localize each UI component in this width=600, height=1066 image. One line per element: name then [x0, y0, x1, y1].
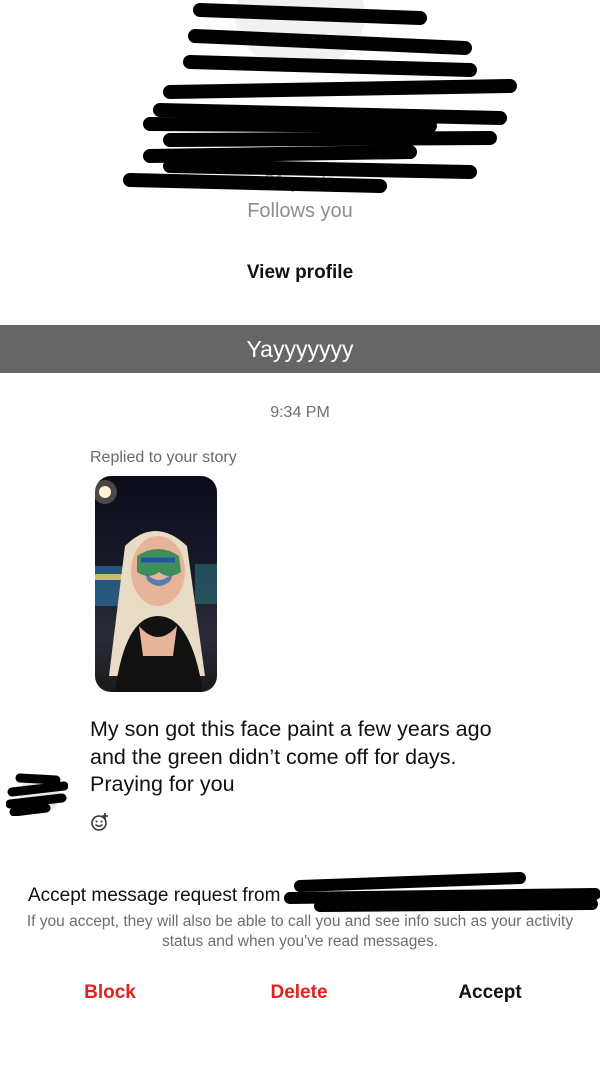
view-profile-button[interactable]: View profile: [200, 262, 400, 292]
block-button[interactable]: Block: [60, 982, 160, 1010]
emoji-add-icon[interactable]: [90, 812, 110, 832]
message-timestamp: 9:34 PM: [270, 404, 330, 421]
message-text: My son got this face paint a few years a…: [90, 717, 492, 796]
story-photo: [95, 480, 217, 692]
request-title: Accept message request from: [28, 885, 281, 906]
sender-avatar[interactable]: [5, 770, 69, 817]
follows-you-label: Follows you: [247, 200, 353, 222]
accept-button[interactable]: Accept: [430, 982, 550, 1010]
caption-banner: Yayyyyyyy: [0, 325, 600, 373]
replied-to-story-label: Replied to your story: [90, 449, 237, 466]
redaction-scribble-profile: [123, 3, 517, 193]
delete-button[interactable]: Delete: [249, 982, 349, 1010]
story-thumbnail[interactable]: [95, 476, 217, 692]
request-subtitle: If you accept, they will also be able to…: [26, 913, 574, 950]
